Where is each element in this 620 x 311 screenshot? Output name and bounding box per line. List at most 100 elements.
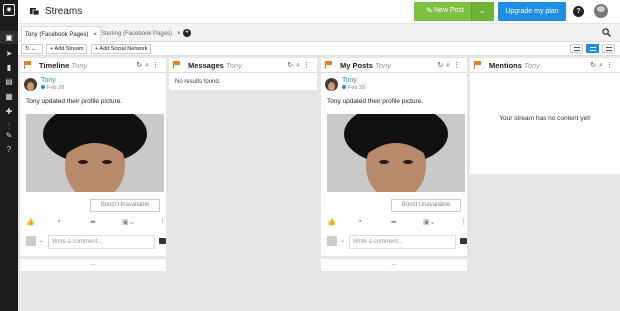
- page-title: Streams: [45, 6, 83, 17]
- streams-title-icon: [30, 8, 40, 16]
- hootsuite-logo[interactable]: ◉: [3, 4, 15, 16]
- analytics-icon[interactable]: ▮: [4, 63, 14, 72]
- list-view-icon: [590, 47, 596, 51]
- author-name[interactable]: Tony: [342, 77, 357, 84]
- camera-icon[interactable]: [460, 238, 467, 244]
- insights-icon[interactable]: ⫶: [4, 122, 14, 131]
- stream-column-timeline: Timeline Tony ↻⌕⋮ Tony Feb 28 Tony update…: [20, 58, 166, 256]
- post-image[interactable]: [26, 114, 164, 192]
- list-view-icon: [606, 47, 612, 51]
- chevron-down-icon[interactable]: ⌄: [340, 237, 345, 244]
- load-more-button[interactable]: ...: [20, 259, 166, 271]
- search-icon[interactable]: ⌕: [296, 62, 303, 69]
- tab-label: Tony (Facebook Pages): [25, 32, 89, 38]
- top-bar: Streams ✎ New Post ⌄ Upgrade my plan ?: [18, 0, 620, 24]
- comment-icon[interactable]: ▪: [359, 218, 361, 225]
- refresh-icon: ↻ ⌄: [25, 46, 36, 52]
- post-date: Feb 28: [41, 85, 64, 91]
- refresh-icon[interactable]: ↻: [136, 62, 145, 69]
- new-post-dropdown[interactable]: ⌄: [471, 2, 494, 21]
- schedule-icon[interactable]: ▣⌄: [122, 218, 134, 226]
- search-icon[interactable]: ⌕: [145, 62, 152, 69]
- post-text: Tony updated their profile picture.: [327, 98, 424, 105]
- refresh-icon[interactable]: ↻: [590, 62, 599, 69]
- empty-message: No results found.: [175, 79, 221, 85]
- schedule-icon[interactable]: ▣⌄: [423, 218, 435, 226]
- column-title: My Posts Tony: [340, 61, 391, 70]
- column-title: Mentions Tony: [489, 61, 540, 70]
- chevron-down-icon[interactable]: ⌄: [39, 237, 44, 244]
- more-icon[interactable]: ⋮: [152, 62, 162, 69]
- comment-input[interactable]: Write a comment...: [349, 235, 456, 249]
- more-icon[interactable]: ⋮: [453, 62, 463, 69]
- compose-icon[interactable]: ➤: [4, 49, 14, 58]
- stream-tabs-bar: Tony (Facebook Pages) × Sterling (Faceboo…: [18, 24, 620, 42]
- author-name[interactable]: Tony: [41, 77, 56, 84]
- new-post-button[interactable]: ✎ New Post ⌄: [414, 2, 494, 21]
- close-tab-icon[interactable]: ×: [93, 32, 97, 38]
- chevron-down-icon: ⌄: [479, 6, 486, 15]
- list-view-icon: [574, 47, 580, 51]
- load-more-button[interactable]: ...: [321, 259, 467, 271]
- view-compact-toggle[interactable]: [570, 44, 583, 53]
- flag-icon: [325, 61, 332, 69]
- facebook-icon: [342, 85, 346, 89]
- add-tab-icon[interactable]: +: [183, 29, 191, 37]
- apps-icon[interactable]: ✚: [4, 107, 14, 116]
- refresh-icon[interactable]: ↻: [437, 62, 446, 69]
- help-button[interactable]: ?: [573, 6, 584, 17]
- column-actions[interactable]: ↻⌕⋮: [287, 61, 313, 70]
- streams-toolbar: ↻ ⌄ + Add Stream + Add Social Network: [18, 42, 620, 56]
- search-icon[interactable]: [602, 28, 611, 37]
- share-icon[interactable]: ➦: [90, 218, 96, 226]
- author-avatar[interactable]: [24, 78, 37, 91]
- more-icon[interactable]: ⋮: [606, 62, 616, 69]
- like-icon[interactable]: 👍: [327, 218, 336, 226]
- add-stream-button[interactable]: + Add Stream: [46, 44, 88, 54]
- post-image[interactable]: [327, 114, 465, 192]
- column-actions[interactable]: ↻⌕⋮: [437, 61, 463, 70]
- author-avatar[interactable]: [325, 78, 338, 91]
- column-actions[interactable]: ↻⌕⋮: [590, 61, 616, 70]
- boost-button[interactable]: Boost Unavailable: [391, 199, 461, 212]
- column-title: Timeline Tony: [39, 61, 88, 70]
- share-icon[interactable]: ➦: [391, 218, 397, 226]
- facebook-icon: [41, 85, 45, 89]
- empty-message: Your stream has no content yet!: [499, 115, 591, 122]
- search-icon[interactable]: ⌕: [446, 62, 453, 69]
- refresh-button[interactable]: ↻ ⌄: [21, 44, 43, 54]
- publisher-icon[interactable]: ▦: [4, 92, 14, 101]
- search-icon[interactable]: ⌕: [599, 62, 606, 69]
- boost-button[interactable]: Boost Unavailable: [90, 199, 160, 212]
- user-avatar[interactable]: [594, 4, 608, 18]
- view-wide-toggle[interactable]: [602, 44, 615, 53]
- help-icon[interactable]: ?: [4, 145, 14, 154]
- more-icon[interactable]: ⋮: [159, 218, 166, 226]
- post-actions: 👍 ▪ ➦ ▣⌄ ⋮: [26, 218, 166, 228]
- stream-column-mentions: Mentions Tony ↻⌕⋮ Your stream has no cont…: [470, 58, 620, 174]
- column-actions[interactable]: ↻⌕⋮: [136, 61, 162, 70]
- more-icon[interactable]: ⋮: [303, 62, 313, 69]
- view-default-toggle[interactable]: [586, 44, 599, 53]
- compose-plus-icon: ✎: [426, 6, 433, 15]
- flag-icon: [474, 61, 481, 69]
- camera-icon[interactable]: [159, 238, 166, 244]
- tab-sterling[interactable]: Sterling (Facebook Pages) ×: [98, 26, 184, 42]
- refresh-icon[interactable]: ↻: [287, 62, 296, 69]
- new-post-label: New Post: [434, 7, 464, 14]
- add-social-network-button[interactable]: + Add Social Network: [91, 44, 152, 54]
- column-header: Messages Tony ↻⌕⋮: [169, 58, 317, 73]
- close-tab-icon[interactable]: ×: [177, 31, 181, 37]
- comment-row: ⌄ Write a comment...: [26, 234, 166, 250]
- tab-tony[interactable]: Tony (Facebook Pages) ×: [21, 26, 101, 42]
- comment-icon[interactable]: ▪: [58, 218, 60, 225]
- upgrade-plan-button[interactable]: Upgrade my plan: [498, 2, 566, 21]
- assignments-icon[interactable]: ▤: [4, 77, 14, 86]
- comment-input[interactable]: Write a comment...: [48, 235, 155, 249]
- column-title: Messages Tony: [188, 61, 242, 70]
- tools-icon[interactable]: ✎: [4, 131, 14, 140]
- like-icon[interactable]: 👍: [26, 218, 35, 226]
- more-icon[interactable]: ⋮: [460, 218, 467, 226]
- streams-icon[interactable]: ▣: [0, 31, 18, 44]
- stream-column-my-posts: My Posts Tony ↻⌕⋮ Tony Feb 28 Tony update…: [321, 58, 467, 256]
